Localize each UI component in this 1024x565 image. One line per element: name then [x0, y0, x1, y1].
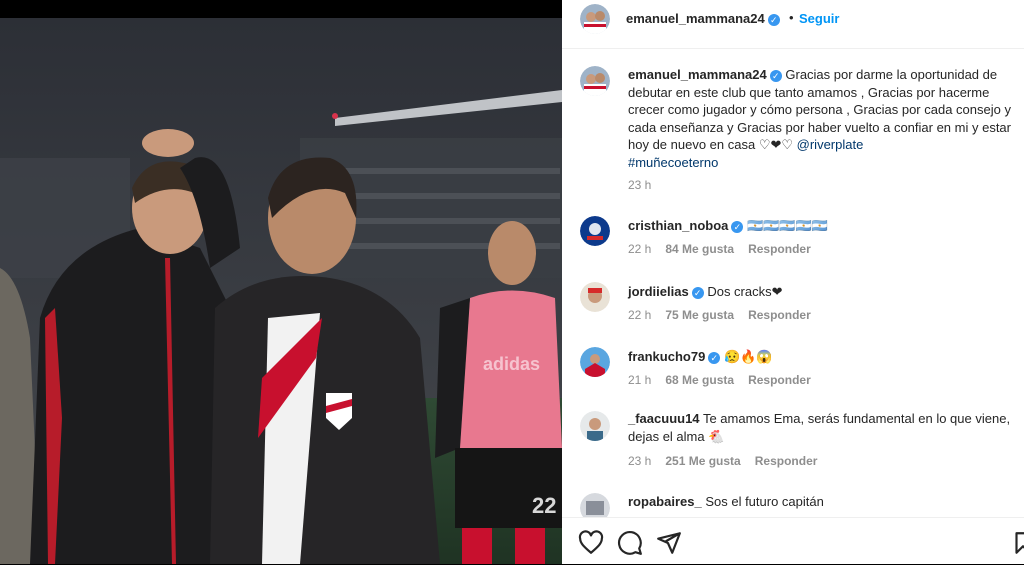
header-separator: • — [789, 10, 794, 25]
comment-meta: 23 h 251 Me gusta Responder — [628, 454, 831, 468]
bib-text: adidas — [483, 354, 540, 374]
bookmark-icon[interactable] — [1010, 530, 1024, 556]
comment-likes[interactable]: 251 Me gusta — [665, 454, 740, 468]
comment-time[interactable]: 22 h — [628, 308, 651, 322]
author-username[interactable]: emanuel_mammana24 ✓ — [626, 11, 780, 26]
commenter-avatar[interactable] — [580, 411, 610, 441]
heart-icon[interactable] — [578, 530, 604, 556]
comment-body: ropabaires_ Sos el futuro capitán — [628, 493, 1018, 511]
comment-likes[interactable]: 84 Me gusta — [665, 242, 734, 256]
post-photo[interactable]: adidas 22 — [0, 18, 562, 564]
comment-text: Sos el futuro capitán — [705, 494, 824, 509]
comment-username[interactable]: _faacuuu14 — [628, 411, 700, 426]
verified-badge-icon: ✓ — [691, 286, 704, 299]
post-header: emanuel_mammana24 ✓ • Seguir — [562, 0, 1024, 49]
follow-button[interactable]: Seguir — [799, 11, 839, 26]
reply-button[interactable]: Responder — [748, 373, 811, 387]
comment-body: frankucho79 ✓ 😥🔥😱 — [628, 348, 1018, 366]
author-name[interactable]: emanuel_mammana24 — [626, 11, 765, 26]
verified-badge-icon: ✓ — [769, 69, 782, 82]
comment-username[interactable]: ropabaires_ — [628, 494, 702, 509]
post-caption: emanuel_mammana24 ✓ Gracias por darme la … — [628, 66, 1018, 172]
caption-hashtag-link[interactable]: #muñecoeterno — [628, 155, 718, 170]
verified-badge-icon: ✓ — [731, 220, 744, 233]
comment-time[interactable]: 22 h — [628, 242, 651, 256]
commenter-avatar[interactable] — [580, 347, 610, 377]
comment-likes[interactable]: 68 Me gusta — [665, 373, 734, 387]
commenter-avatar[interactable] — [580, 493, 610, 517]
comment-body: _faacuuu14 Te amamos Ema, serás fundamen… — [628, 410, 1018, 445]
comment-time[interactable]: 21 h — [628, 373, 651, 387]
comment-text: Dos cracks❤ — [707, 284, 783, 299]
comment-time[interactable]: 23 h — [628, 454, 651, 468]
comment-meta: 21 h 68 Me gusta Responder — [628, 373, 825, 387]
caption-timestamp[interactable]: 23 h — [628, 178, 651, 192]
comment-meta: 22 h 75 Me gusta Responder — [628, 308, 825, 322]
verified-badge-icon: ✓ — [708, 351, 721, 364]
reply-button[interactable]: Responder — [748, 242, 811, 256]
share-icon[interactable] — [656, 530, 682, 556]
comment-username[interactable]: cristhian_noboa — [628, 218, 728, 233]
shirt-number: 22 — [532, 493, 556, 518]
comment-username[interactable]: jordiielias — [628, 284, 689, 299]
photo-top-bar — [0, 0, 562, 18]
photo-illustration: adidas 22 — [0, 18, 562, 564]
comment-item: ropabaires_ Sos el futuro capitán — [562, 491, 1024, 517]
comment-username[interactable]: frankucho79 — [628, 349, 705, 364]
comment-text: 🇦🇷🇦🇷🇦🇷🇦🇷🇦🇷 — [747, 218, 828, 233]
reply-button[interactable]: Responder — [748, 308, 811, 322]
commenter-avatar[interactable] — [580, 216, 610, 246]
comment-meta: 22 h 84 Me gusta Responder — [628, 242, 825, 256]
post-side-panel: emanuel_mammana24 ✓ • Seguir emanuel_mamm… — [562, 0, 1024, 564]
comment-body: jordiielias ✓ Dos cracks❤ — [628, 283, 1018, 301]
comment-body: cristhian_noboa ✓ 🇦🇷🇦🇷🇦🇷🇦🇷🇦🇷 — [628, 217, 1018, 235]
commenter-avatar[interactable] — [580, 282, 610, 312]
caption-author-name[interactable]: emanuel_mammana24 — [628, 67, 767, 82]
caption-author-avatar[interactable] — [580, 66, 610, 96]
caption-mention-link[interactable]: @riverplate — [797, 137, 864, 152]
post-actions-bar — [562, 517, 1024, 565]
reply-button[interactable]: Responder — [755, 454, 818, 468]
author-avatar[interactable] — [580, 4, 610, 34]
comment-text: 😥🔥😱 — [723, 349, 773, 364]
verified-badge-icon: ✓ — [767, 13, 780, 26]
comment-icon[interactable] — [617, 530, 643, 556]
comment-likes[interactable]: 75 Me gusta — [665, 308, 734, 322]
light-dot — [332, 113, 338, 119]
caption-time: 23 h — [628, 178, 665, 192]
